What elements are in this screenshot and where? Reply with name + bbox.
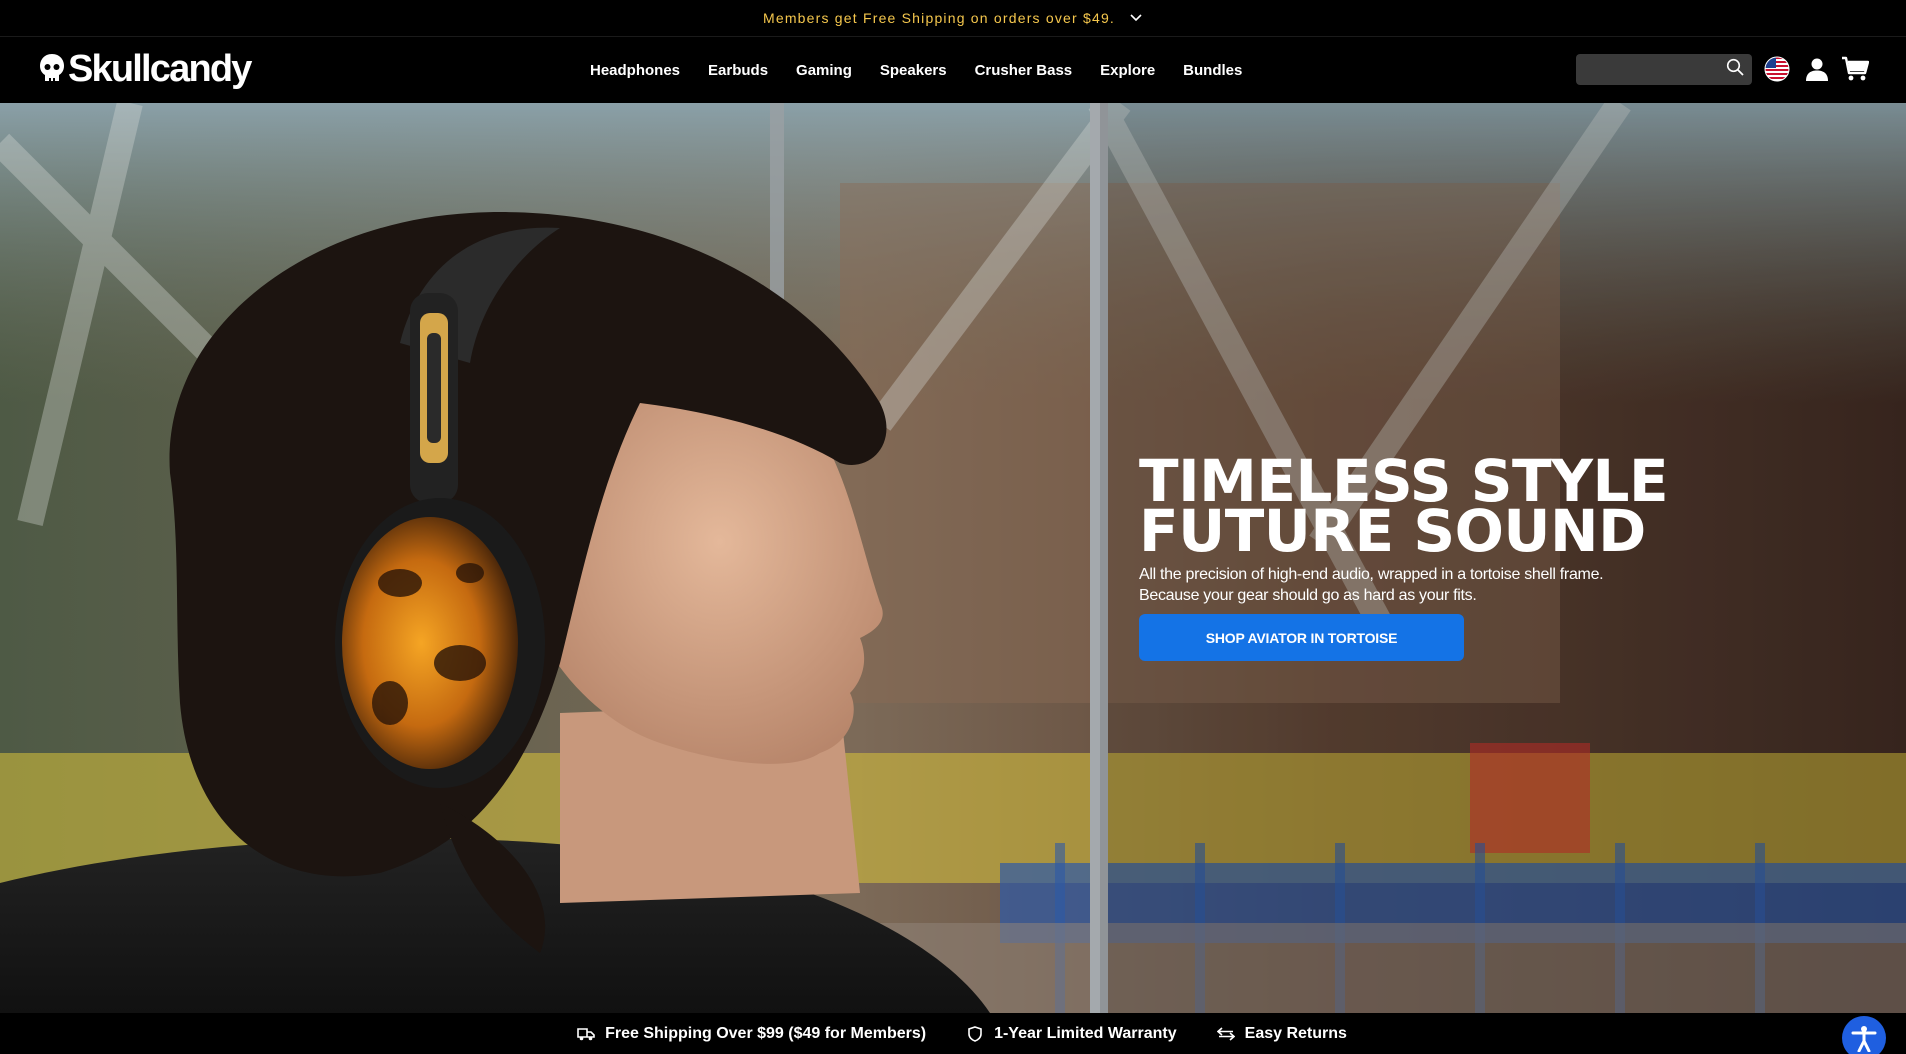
benefit-returns-label: Easy Returns [1244,1024,1347,1042]
hero-subtitle: All the precision of high-end audio, wra… [1139,564,1699,606]
benefit-warranty-label: 1-Year Limited Warranty [994,1024,1177,1042]
logo-text: Skullcandy [68,48,252,90]
benefit-shipping-label: Free Shipping Over $99 ($49 for Members) [605,1024,927,1042]
accessibility-icon [1851,1026,1877,1052]
nav-gaming[interactable]: Gaming [796,62,852,79]
search-box [1576,54,1752,85]
hero-title: TIMELESS STYLE FUTURE SOUND [1139,452,1699,565]
announcement-text: Members get Free Shipping on orders over… [762,10,1116,26]
benefit-returns: Easy Returns [1216,1024,1347,1043]
nav-bundles[interactable]: Bundles [1183,62,1242,79]
returns-arrows-icon [1216,1025,1235,1043]
announcement-bar: Members get Free Shipping on orders over… [0,0,1906,36]
shield-icon [966,1025,984,1043]
skull-logo-icon [40,54,64,81]
truck-icon [577,1025,595,1043]
benefits-bar: Free Shipping Over $99 ($49 for Members)… [0,1013,1906,1054]
hero-subtitle-line2: Because your gear should go as hard as y… [1139,587,1477,604]
nav-earbuds[interactable]: Earbuds [708,62,768,79]
nav-speakers[interactable]: Speakers [880,62,947,79]
user-icon[interactable] [1802,54,1832,84]
nav-crusher-bass[interactable]: Crusher Bass [975,62,1073,79]
search-icon[interactable] [1726,58,1744,81]
accessibility-button[interactable] [1842,1016,1886,1054]
chevron-down-icon[interactable] [1129,11,1143,25]
cart-icon[interactable] [1840,54,1870,84]
shop-aviator-button[interactable]: SHOP AVIATOR IN TORTOISE [1139,614,1464,661]
nav-headphones[interactable]: Headphones [590,62,680,79]
hero-title-line2: FUTURE SOUND [1139,497,1646,565]
hero-subtitle-line1: All the precision of high-end audio, wra… [1139,566,1604,583]
us-flag-icon[interactable] [1762,54,1792,84]
site-header: Skullcandy Headphones Earbuds Gaming Spe… [0,36,1906,103]
benefit-warranty: 1-Year Limited Warranty [966,1025,1177,1043]
hero-banner: TIMELESS STYLE FUTURE SOUND All the prec… [0,103,1906,1013]
logo[interactable]: Skullcandy [38,48,252,90]
search-input[interactable] [1576,54,1716,85]
main-nav: Headphones Earbuds Gaming Speakers Crush… [590,37,1242,104]
nav-explore[interactable]: Explore [1100,62,1155,79]
hero-content: TIMELESS STYLE FUTURE SOUND All the prec… [1139,452,1699,661]
benefit-shipping: Free Shipping Over $99 ($49 for Members) [577,1025,926,1043]
